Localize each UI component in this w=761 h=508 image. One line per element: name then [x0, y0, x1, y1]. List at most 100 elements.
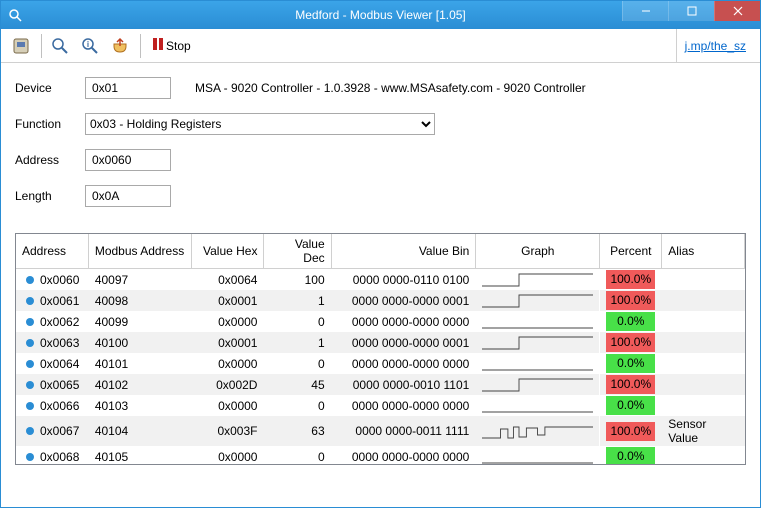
cell-value-bin: 0000 0000-0000 0000 [331, 311, 476, 332]
connect-button[interactable] [7, 32, 35, 60]
table-row[interactable]: 0x0065401020x002D450000 0000-0010 110110… [16, 374, 745, 395]
cell-address: 0x0064 [40, 357, 79, 371]
table-row[interactable]: 0x0064 401010x000000000 0000-0000 0000 0.0… [16, 353, 745, 374]
col-address[interactable]: Address [16, 234, 88, 269]
cell-percent: 100.0% [600, 269, 662, 291]
cell-address: 0x0063 [40, 336, 79, 350]
cell-value-dec: 0 [264, 353, 331, 374]
col-value-bin[interactable]: Value Bin [331, 234, 476, 269]
table-row[interactable]: 0x0066 401030x000000000 0000-0000 0000 0.0… [16, 395, 745, 416]
minimize-button[interactable] [622, 1, 668, 21]
address-input[interactable] [85, 149, 171, 171]
close-button[interactable] [714, 1, 760, 21]
cell-graph [476, 290, 600, 311]
export-button[interactable] [106, 32, 134, 60]
cell-alias [662, 374, 745, 395]
cell-alias [662, 332, 745, 353]
pause-icon [152, 37, 164, 54]
cell-percent: 100.0% [600, 290, 662, 311]
col-alias[interactable]: Alias [662, 234, 745, 269]
cell-value-dec: 0 [264, 395, 331, 416]
cell-alias [662, 395, 745, 416]
device-description: MSA - 9020 Controller - 1.0.3928 - www.M… [195, 81, 586, 95]
app-icon [7, 7, 23, 23]
cell-percent: 0.0% [600, 395, 662, 416]
search-button[interactable] [46, 32, 74, 60]
grid-header-row: Address Modbus Address Value Hex Value D… [16, 234, 745, 269]
col-percent[interactable]: Percent [600, 234, 662, 269]
table-row[interactable]: 0x0067401040x003F630000 0000-0011 111110… [16, 416, 745, 446]
col-graph[interactable]: Graph [476, 234, 600, 269]
cell-value-bin: 0000 0000-0000 0001 [331, 290, 476, 311]
stop-label: Stop [166, 39, 191, 53]
cell-modbus-address: 40105 [88, 446, 191, 465]
cell-value-dec: 0 [264, 311, 331, 332]
svg-text:i: i [87, 40, 89, 49]
cell-graph [476, 311, 600, 332]
table-row[interactable]: 0x0060400970x00641000000 0000-0110 01001… [16, 269, 745, 291]
cell-address: 0x0067 [40, 424, 79, 438]
register-grid: Address Modbus Address Value Hex Value D… [15, 233, 746, 465]
bullet-icon [26, 339, 34, 347]
cell-alias [662, 311, 745, 332]
table-row[interactable]: 0x0061400980x000110000 0000-0000 0001100… [16, 290, 745, 311]
table-row[interactable]: 0x0063401000x000110000 0000-0000 0001100… [16, 332, 745, 353]
bullet-icon [26, 427, 34, 435]
cell-value-hex: 0x002D [192, 374, 264, 395]
bullet-icon [26, 381, 34, 389]
length-input[interactable] [85, 185, 171, 207]
bullet-icon [26, 297, 34, 305]
col-modbus-address[interactable]: Modbus Address [88, 234, 191, 269]
cell-value-bin: 0000 0000-0011 1111 [331, 416, 476, 446]
cell-value-hex: 0x0001 [192, 332, 264, 353]
cell-value-bin: 0000 0000-0110 0100 [331, 269, 476, 291]
cell-modbus-address: 40100 [88, 332, 191, 353]
function-select[interactable]: 0x03 - Holding Registers [85, 113, 435, 135]
cell-alias [662, 446, 745, 465]
cell-modbus-address: 40103 [88, 395, 191, 416]
cell-modbus-address: 40097 [88, 269, 191, 291]
cell-value-bin: 0000 0000-0010 1101 [331, 374, 476, 395]
cell-graph [476, 353, 600, 374]
titlebar: Medford - Modbus Viewer [1.05] [1, 1, 760, 29]
cell-value-dec: 45 [264, 374, 331, 395]
cell-value-hex: 0x0000 [192, 395, 264, 416]
cell-graph [476, 374, 600, 395]
cell-address: 0x0066 [40, 399, 79, 413]
cell-graph [476, 395, 600, 416]
cell-alias [662, 269, 745, 291]
cell-modbus-address: 40101 [88, 353, 191, 374]
table-row[interactable]: 0x0068401050x000000000 0000-0000 00000.0… [16, 446, 745, 465]
cell-value-hex: 0x0000 [192, 353, 264, 374]
length-label: Length [15, 189, 85, 203]
info-button[interactable]: i [76, 32, 104, 60]
stop-button[interactable]: Stop [145, 32, 198, 60]
website-link[interactable]: j.mp/the_sz [676, 29, 754, 62]
cell-modbus-address: 40104 [88, 416, 191, 446]
cell-value-bin: 0000 0000-0000 0001 [331, 332, 476, 353]
cell-percent: 0.0% [600, 353, 662, 374]
cell-value-dec: 0 [264, 446, 331, 465]
query-form: Device MSA - 9020 Controller - 1.0.3928 … [1, 63, 760, 227]
col-value-dec[interactable]: Value Dec [264, 234, 331, 269]
cell-alias [662, 353, 745, 374]
device-input[interactable] [85, 77, 171, 99]
cell-value-bin: 0000 0000-0000 0000 [331, 353, 476, 374]
maximize-button[interactable] [668, 1, 714, 21]
cell-value-hex: 0x0064 [192, 269, 264, 291]
cell-alias: Sensor Value [662, 416, 745, 446]
cell-alias [662, 290, 745, 311]
cell-address: 0x0068 [40, 450, 79, 464]
cell-value-hex: 0x0000 [192, 311, 264, 332]
bullet-icon [26, 318, 34, 326]
cell-value-bin: 0000 0000-0000 0000 [331, 446, 476, 465]
function-label: Function [15, 117, 85, 131]
bullet-icon [26, 402, 34, 410]
cell-value-dec: 1 [264, 332, 331, 353]
bullet-icon [26, 360, 34, 368]
cell-value-bin: 0000 0000-0000 0000 [331, 395, 476, 416]
cell-value-dec: 100 [264, 269, 331, 291]
col-value-hex[interactable]: Value Hex [192, 234, 264, 269]
cell-value-hex: 0x0001 [192, 290, 264, 311]
table-row[interactable]: 0x0062400990x000000000 0000-0000 00000.0… [16, 311, 745, 332]
